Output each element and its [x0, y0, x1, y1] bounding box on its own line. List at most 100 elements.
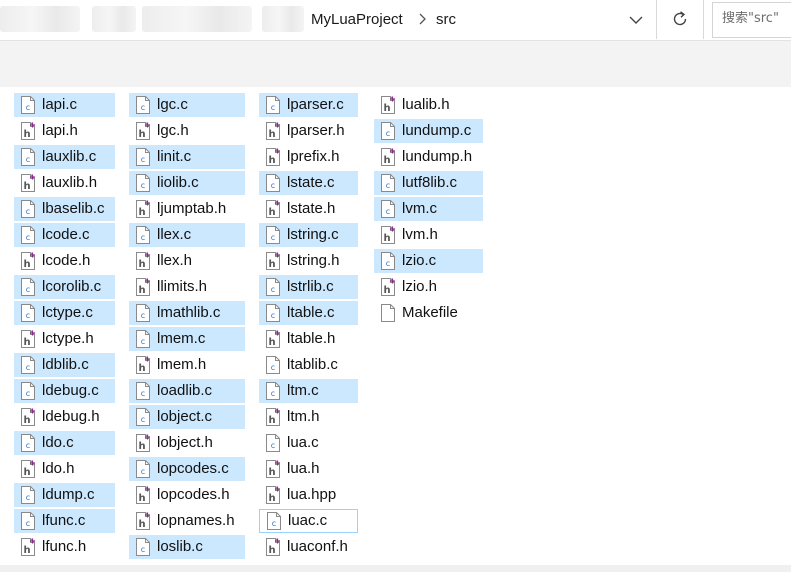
- file-item[interactable]: c ltm.c: [259, 379, 358, 403]
- file-item[interactable]: c ldblib.c: [14, 353, 115, 377]
- file-name: loslib.c: [157, 538, 203, 555]
- file-item[interactable]: h lmem.h: [129, 353, 245, 377]
- file-item[interactable]: h ldo.h: [14, 457, 115, 481]
- file-item[interactable]: h lualib.h: [374, 93, 483, 117]
- file-item[interactable]: h lopcodes.h: [129, 483, 245, 507]
- breadcrumb-item-src[interactable]: src: [436, 10, 456, 29]
- header-file-icon: h: [136, 356, 150, 374]
- c-source-file-icon: c: [136, 226, 150, 244]
- header-file-icon: h: [21, 538, 35, 556]
- file-item[interactable]: c ldump.c: [14, 483, 115, 507]
- file-item[interactable]: c ldebug.c: [14, 379, 115, 403]
- file-item[interactable]: h llimits.h: [129, 275, 245, 299]
- file-item[interactable]: c lstring.c: [259, 223, 358, 247]
- file-item[interactable]: c lbaselib.c: [14, 197, 115, 221]
- file-item[interactable]: c linit.c: [129, 145, 245, 169]
- file-item[interactable]: c loslib.c: [129, 535, 245, 559]
- file-item[interactable]: c lmem.c: [129, 327, 245, 351]
- file-name: lstring.h: [287, 252, 340, 269]
- header-file-icon: h: [266, 122, 280, 140]
- file-item[interactable]: h lua.hpp: [259, 483, 358, 507]
- breadcrumb-item-project[interactable]: MyLuaProject: [311, 10, 403, 29]
- file-name: luaconf.h: [287, 538, 348, 555]
- svg-text:c: c: [386, 259, 390, 268]
- file-item[interactable]: c lundump.c: [374, 119, 483, 143]
- file-name: ltable.c: [287, 304, 335, 321]
- file-item[interactable]: c ldo.c: [14, 431, 115, 455]
- file-item[interactable]: h lprefix.h: [259, 145, 358, 169]
- file-name: liolib.c: [157, 174, 199, 191]
- svg-text:h: h: [138, 493, 145, 504]
- file-item[interactable]: c lutf8lib.c: [374, 171, 483, 195]
- file-item[interactable]: c liolib.c: [129, 171, 245, 195]
- file-item[interactable]: h lzio.h: [374, 275, 483, 299]
- file-item[interactable]: c lstate.c: [259, 171, 358, 195]
- file-item[interactable]: c loadlib.c: [129, 379, 245, 403]
- file-item[interactable]: h lparser.h: [259, 119, 358, 143]
- search-input[interactable]: [722, 11, 791, 26]
- refresh-button[interactable]: [657, 0, 704, 39]
- file-item[interactable]: h lundump.h: [374, 145, 483, 169]
- file-name: ltm.c: [287, 382, 319, 399]
- file-item[interactable]: c ltable.c: [259, 301, 358, 325]
- header-file-icon: h: [136, 122, 150, 140]
- file-item[interactable]: c lcorolib.c: [14, 275, 115, 299]
- file-item[interactable]: c lstrlib.c: [259, 275, 358, 299]
- file-item[interactable]: c luac.c: [259, 509, 358, 533]
- file-item[interactable]: h lobject.h: [129, 431, 245, 455]
- file-item[interactable]: h lauxlib.h: [14, 171, 115, 195]
- file-item[interactable]: c ltablib.c: [259, 353, 358, 377]
- file-item[interactable]: c lcode.c: [14, 223, 115, 247]
- file-item[interactable]: c lapi.c: [14, 93, 115, 117]
- file-item[interactable]: c lauxlib.c: [14, 145, 115, 169]
- file-item[interactable]: c llex.c: [129, 223, 245, 247]
- svg-text:h: h: [383, 285, 390, 296]
- search-box[interactable]: [712, 2, 791, 38]
- file-name: lundump.c: [402, 122, 472, 139]
- file-item[interactable]: h ljumptab.h: [129, 197, 245, 221]
- file-name: lopcodes.c: [157, 460, 229, 477]
- file-item[interactable]: h llex.h: [129, 249, 245, 273]
- c-source-file-icon: c: [136, 330, 150, 348]
- file-item[interactable]: c lua.c: [259, 431, 358, 455]
- file-item[interactable]: h lua.h: [259, 457, 358, 481]
- file-item[interactable]: Makefile: [374, 301, 483, 325]
- file-item[interactable]: c lparser.c: [259, 93, 358, 117]
- svg-text:c: c: [141, 337, 145, 346]
- file-item[interactable]: c lobject.c: [129, 405, 245, 429]
- file-name: ltable.h: [287, 330, 336, 347]
- file-item[interactable]: c lopcodes.c: [129, 457, 245, 481]
- file-item[interactable]: h ldebug.h: [14, 405, 115, 429]
- svg-text:h: h: [268, 467, 275, 478]
- file-item[interactable]: h lstring.h: [259, 249, 358, 273]
- file-item[interactable]: c lgc.c: [129, 93, 245, 117]
- file-item[interactable]: c lvm.c: [374, 197, 483, 221]
- address-history-dropdown[interactable]: [624, 8, 648, 32]
- file-item[interactable]: c lmathlib.c: [129, 301, 245, 325]
- file-item[interactable]: h ltable.h: [259, 327, 358, 351]
- svg-text:c: c: [271, 285, 275, 294]
- file-item[interactable]: c lfunc.c: [14, 509, 115, 533]
- c-source-file-icon: c: [21, 148, 35, 166]
- file-item[interactable]: c lctype.c: [14, 301, 115, 325]
- c-source-file-icon: c: [266, 174, 280, 192]
- svg-text:h: h: [138, 285, 145, 296]
- file-name: lvm.h: [402, 226, 438, 243]
- file-item[interactable]: h ltm.h: [259, 405, 358, 429]
- file-item[interactable]: h lopnames.h: [129, 509, 245, 533]
- file-item[interactable]: h lfunc.h: [14, 535, 115, 559]
- file-item[interactable]: h lcode.h: [14, 249, 115, 273]
- file-item[interactable]: h lstate.h: [259, 197, 358, 221]
- file-item[interactable]: h lgc.h: [129, 119, 245, 143]
- file-item[interactable]: h lctype.h: [14, 327, 115, 351]
- svg-text:c: c: [141, 103, 145, 112]
- breadcrumb[interactable]: MyLuaProject src: [0, 0, 657, 39]
- chevron-right-icon[interactable]: [417, 12, 429, 26]
- file-item[interactable]: c lzio.c: [374, 249, 483, 273]
- file-name: lopcodes.h: [157, 486, 230, 503]
- file-item[interactable]: h lapi.h: [14, 119, 115, 143]
- svg-text:c: c: [141, 155, 145, 164]
- file-item[interactable]: h lvm.h: [374, 223, 483, 247]
- file-item[interactable]: h luaconf.h: [259, 535, 358, 559]
- svg-text:c: c: [271, 389, 275, 398]
